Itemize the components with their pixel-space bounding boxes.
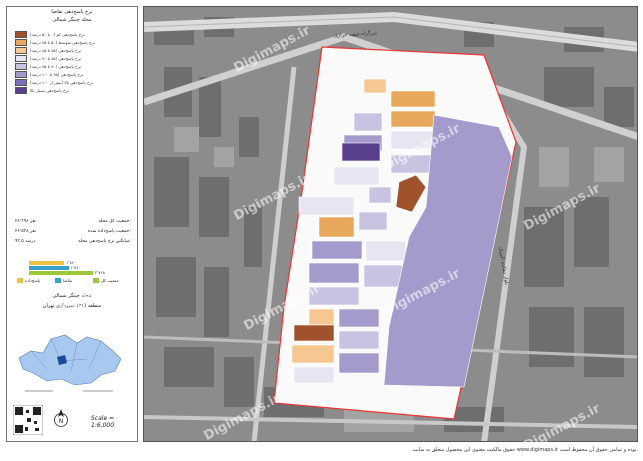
scale-label: Scale = 1:6,000 bbox=[91, 415, 115, 429]
population-bar bbox=[29, 271, 93, 275]
legend-item: نرخ پاسخ‌دهی بسیار بالا bbox=[15, 86, 69, 94]
stat-row: ۲۸٬۳۹۸ نفر جمعیت کل محله: bbox=[15, 219, 131, 224]
svg-text:N: N bbox=[59, 418, 64, 425]
parcel bbox=[368, 186, 392, 204]
parcel bbox=[291, 344, 335, 364]
legend-swatch bbox=[15, 86, 27, 94]
legend-swatch bbox=[15, 62, 27, 70]
stat-row: ۹۳.۵ درصد میانگین نرخ پاسخ‌دهی محله: bbox=[15, 239, 131, 244]
population-bar bbox=[29, 266, 69, 270]
parcel bbox=[293, 324, 335, 342]
parcel bbox=[341, 142, 381, 162]
legend-item: نرخ پاسخ‌دهی کم (۰ تا ۵۰ درصد) bbox=[15, 30, 85, 38]
parcel bbox=[308, 308, 335, 326]
parcel bbox=[358, 211, 388, 231]
legend-item: نرخ پاسخ‌دهی (۷۵ تا ۸۵ درصد) bbox=[15, 46, 81, 54]
bar-value-label: ۲٬۷۶۸ bbox=[95, 270, 105, 275]
legend-swatch bbox=[15, 30, 27, 38]
parcel bbox=[363, 78, 387, 94]
parcel bbox=[353, 112, 383, 132]
parcel bbox=[363, 264, 405, 288]
parcel bbox=[365, 240, 407, 262]
legend-item: نرخ پاسخ‌دهی بالا (بیش از ۱۰۰ درصد) bbox=[15, 78, 93, 86]
parcel bbox=[318, 216, 355, 238]
parcel bbox=[293, 366, 335, 384]
map-canvas[interactable]: بزرگراه شهید خرازی بلوار دهکده المپیک bbox=[143, 6, 638, 442]
copyright-footer: حقوق مالکیت معنوی این محصول متعلق به سای… bbox=[412, 447, 638, 453]
parcel bbox=[390, 90, 436, 108]
bar-legend-swatch bbox=[17, 278, 23, 283]
legend-item: نرخ پاسخ‌دهی (۹۵ تا ۱۰۰ درصد) bbox=[15, 70, 83, 78]
basemap: بزرگراه شهید خرازی بلوار دهکده المپیک bbox=[144, 11, 637, 441]
legend-item: نرخ پاسخ‌دهی (۸۵ تا ۹۰ درصد) bbox=[15, 54, 81, 62]
parcel bbox=[390, 110, 436, 128]
bar-value-label: ۱٬۸۶۰ bbox=[70, 265, 81, 270]
legend-swatch bbox=[15, 54, 27, 62]
legend-title: نرخ پاسخ‌دهی تقاضا bbox=[51, 9, 93, 15]
parcel bbox=[311, 240, 363, 260]
bar-legend-swatch bbox=[55, 278, 61, 283]
stat-row: ۲۶٬۵۳۸ نفر جمعیت پاسخ‌داده شده: bbox=[15, 229, 131, 234]
parcel bbox=[338, 330, 380, 350]
qr-code-icon bbox=[13, 405, 43, 435]
legend-item: نرخ پاسخ‌دهی متوسط (۵۰ تا ۷۵ درصد) bbox=[15, 38, 95, 46]
parcel bbox=[308, 262, 360, 284]
parcel bbox=[298, 196, 355, 216]
road-label: بزرگراه شهید خرازی bbox=[334, 29, 377, 39]
bar-legend-item: تقاضا bbox=[55, 278, 72, 283]
parcel bbox=[338, 308, 380, 328]
legend-subtitle: محله چیتگر شمالی bbox=[52, 17, 92, 23]
parcel bbox=[338, 352, 380, 374]
legend-panel: نرخ پاسخ‌دهی تقاضا محله چیتگر شمالی نرخ … bbox=[6, 6, 138, 442]
legend-item: نرخ پاسخ‌دهی (۹۰ تا ۹۵ درصد) bbox=[15, 62, 81, 70]
legend-swatch bbox=[15, 46, 27, 54]
legend-swatch bbox=[15, 70, 27, 78]
north-arrow-icon: N bbox=[54, 409, 68, 427]
legend-swatch bbox=[15, 38, 27, 46]
legend-swatch bbox=[15, 78, 27, 86]
parcel bbox=[333, 166, 380, 186]
bar-legend-item: پاسخ‌داده bbox=[17, 278, 40, 283]
population-bar bbox=[29, 261, 65, 265]
map-frame: نرخ پاسخ‌دهی تقاضا محله چیتگر شمالی نرخ … bbox=[0, 0, 643, 461]
